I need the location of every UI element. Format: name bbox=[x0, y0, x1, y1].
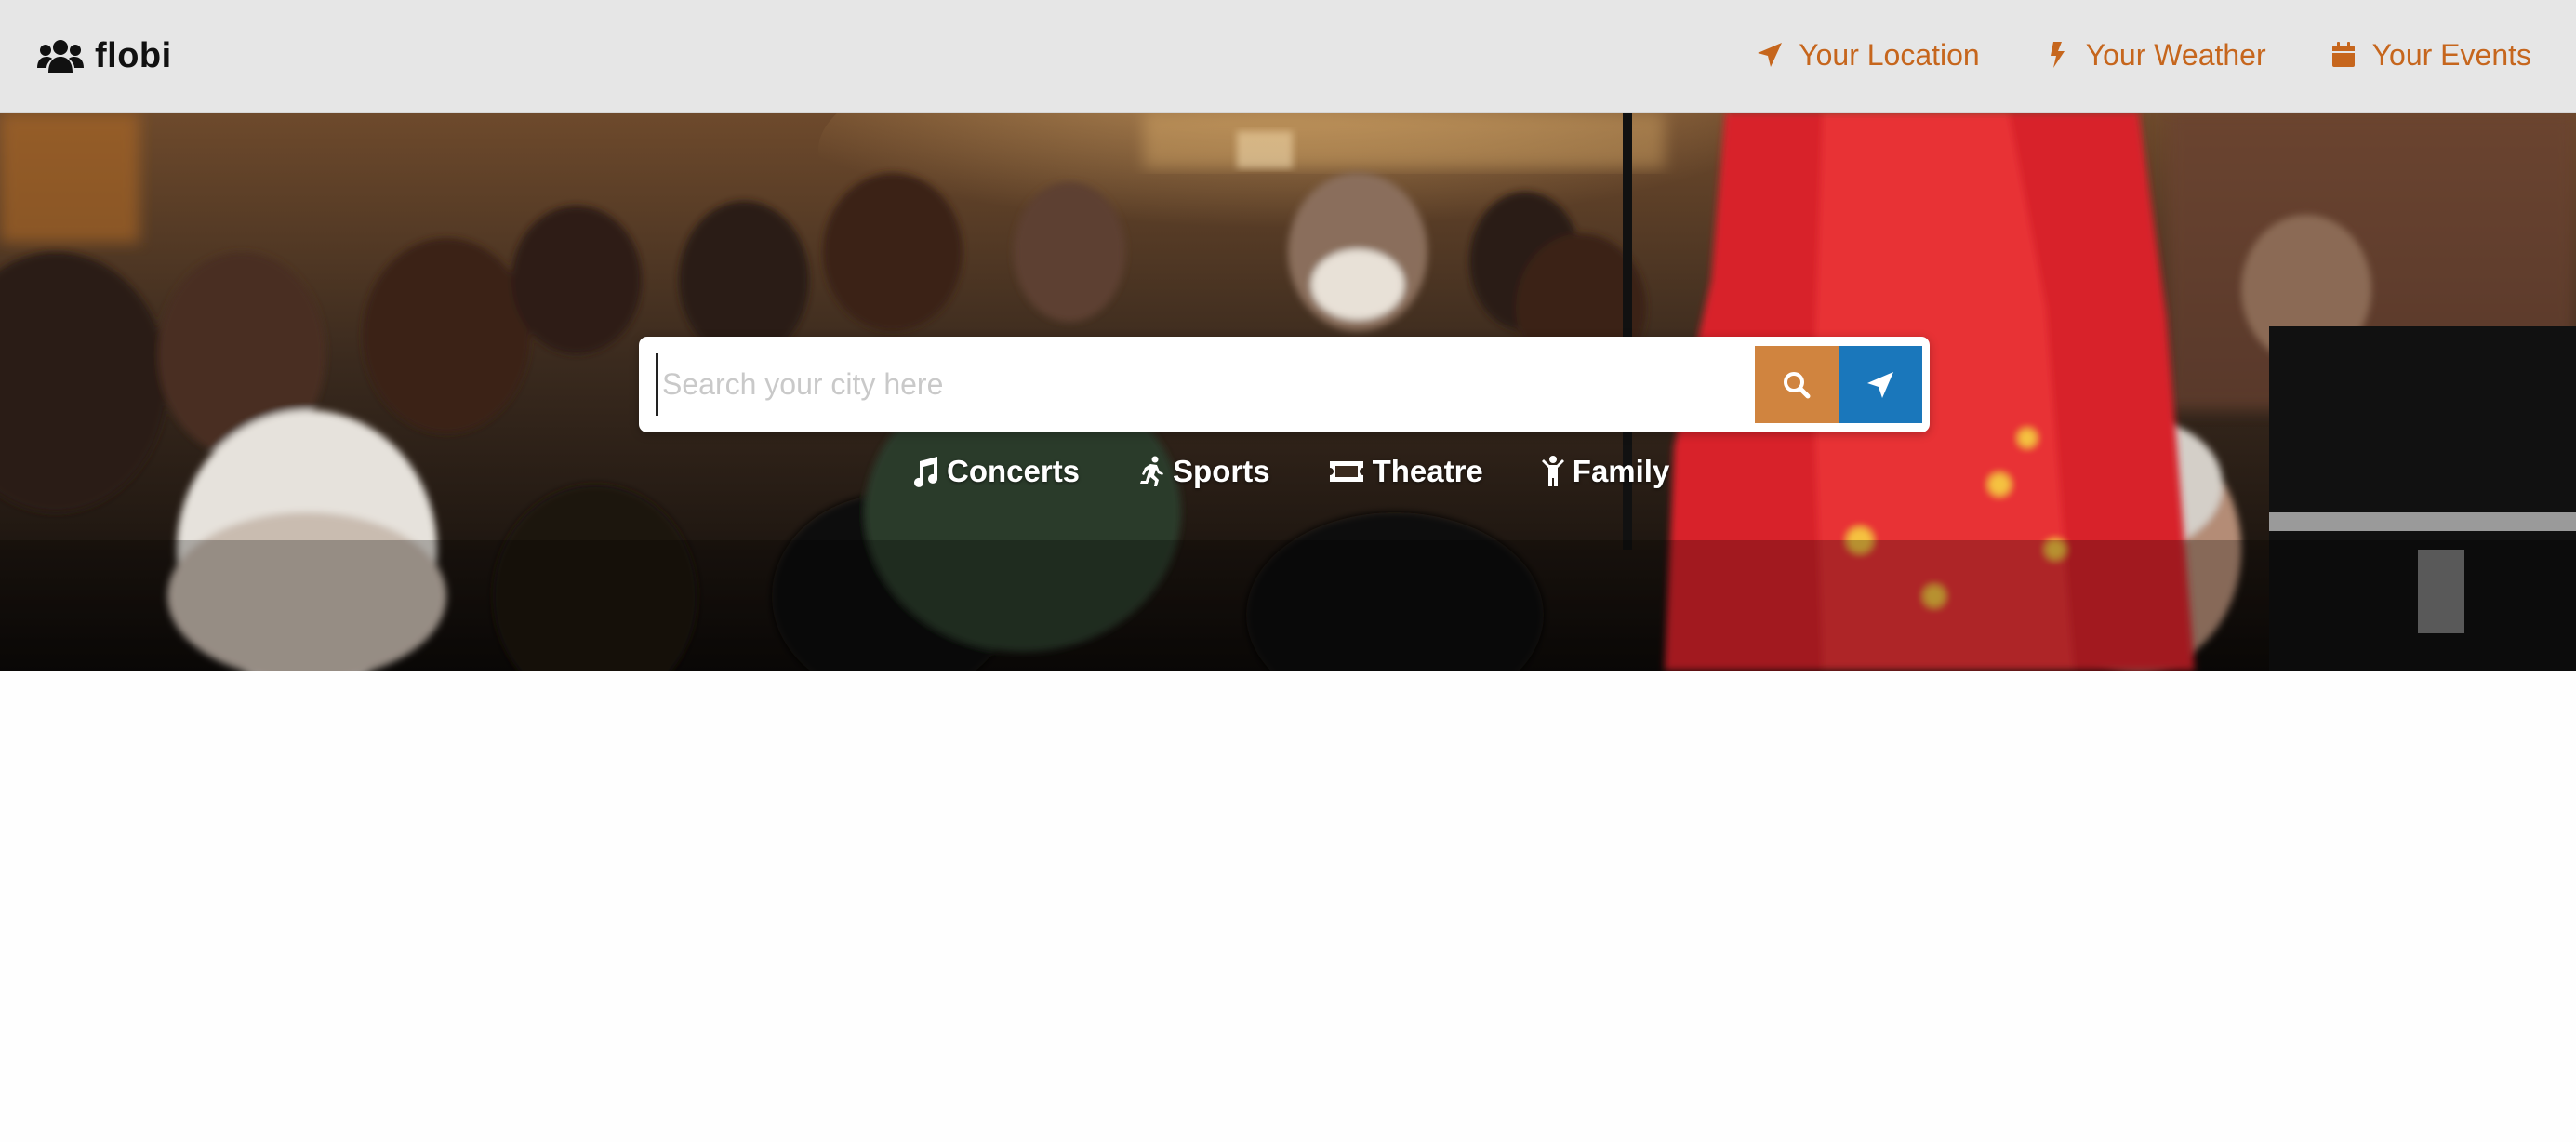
nav-your-events[interactable]: Your Events bbox=[2330, 38, 2531, 73]
nav-your-location[interactable]: Your Location bbox=[1756, 38, 1980, 73]
ticket-icon bbox=[1329, 461, 1363, 482]
category-links: Concerts Sports Theatre Family bbox=[911, 448, 1669, 495]
category-concerts[interactable]: Concerts bbox=[911, 454, 1080, 489]
location-arrow-icon bbox=[1867, 371, 1893, 398]
music-icon bbox=[914, 457, 937, 487]
city-search-box bbox=[639, 337, 1930, 432]
nav-your-weather-label: Your Weather bbox=[2085, 37, 2266, 72]
category-concerts-label: Concerts bbox=[947, 454, 1081, 488]
category-sports[interactable]: Sports bbox=[1137, 454, 1270, 489]
top-navbar: flobi Your Location Your Weather Your Ev… bbox=[0, 0, 2576, 113]
nav-your-location-label: Your Location bbox=[1799, 37, 1980, 72]
child-icon bbox=[1541, 456, 1564, 486]
category-sports-label: Sports bbox=[1173, 454, 1270, 488]
users-icon bbox=[37, 40, 84, 73]
hero-banner: Concerts Sports Theatre Family bbox=[0, 113, 2576, 671]
bolt-icon bbox=[2050, 42, 2065, 68]
nav-your-weather[interactable]: Your Weather bbox=[2043, 38, 2266, 73]
search-button[interactable] bbox=[1755, 346, 1839, 423]
calendar-icon bbox=[2331, 42, 2355, 67]
city-search-input[interactable] bbox=[656, 353, 1749, 416]
category-theatre[interactable]: Theatre bbox=[1328, 454, 1483, 489]
use-my-location-button[interactable] bbox=[1839, 346, 1922, 423]
category-family-label: Family bbox=[1572, 454, 1670, 488]
nav-your-events-label: Your Events bbox=[2371, 37, 2531, 72]
brand[interactable]: flobi bbox=[37, 35, 172, 76]
main-content bbox=[0, 671, 2576, 1142]
running-icon bbox=[1140, 456, 1164, 486]
location-arrow-icon bbox=[1758, 43, 1783, 67]
nav-links: Your Location Your Weather Your Events bbox=[1756, 33, 2531, 76]
search-icon bbox=[1784, 371, 1811, 398]
brand-name: flobi bbox=[95, 35, 172, 75]
category-theatre-label: Theatre bbox=[1372, 454, 1483, 488]
category-family[interactable]: Family bbox=[1541, 454, 1670, 489]
